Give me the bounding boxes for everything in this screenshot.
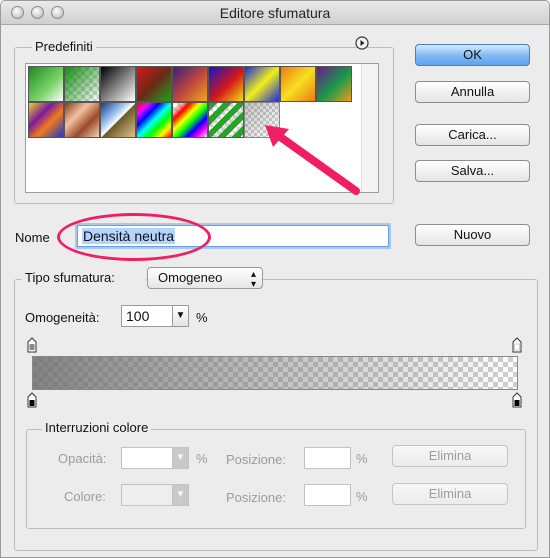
color-stop-right-icon[interactable] bbox=[512, 392, 522, 408]
swatch-orange-yellow-orange[interactable] bbox=[280, 66, 316, 102]
smoothness-label: Omogeneità: bbox=[25, 310, 100, 325]
gradient-type-value: Omogeneo bbox=[158, 270, 223, 285]
cancel-button[interactable]: Annulla bbox=[415, 81, 530, 103]
new-button[interactable]: Nuovo bbox=[415, 224, 530, 246]
window-title: Editore sfumatura bbox=[219, 5, 331, 21]
save-button[interactable]: Salva... bbox=[415, 160, 530, 182]
swatch-violet-orange[interactable] bbox=[172, 66, 208, 102]
opacity-field[interactable] bbox=[121, 447, 173, 469]
color-position-unit: % bbox=[356, 489, 368, 504]
color-label: Colore: bbox=[64, 489, 106, 504]
swatch-green-transparent[interactable] bbox=[64, 66, 100, 102]
opacity-position-unit: % bbox=[356, 451, 368, 466]
presets-scrollbar[interactable] bbox=[361, 64, 378, 192]
opacity-label: Opacità: bbox=[58, 451, 107, 466]
swatch-blue-red-yellow[interactable] bbox=[208, 66, 244, 102]
chevron-down-icon[interactable]: ▼ bbox=[172, 484, 189, 506]
presets-label: Predefiniti bbox=[32, 39, 96, 54]
swatch-spectrum[interactable] bbox=[136, 102, 172, 138]
swatch-green-white[interactable] bbox=[28, 66, 64, 102]
swatch-violet-green-orange[interactable] bbox=[316, 66, 352, 102]
color-stop-left-icon[interactable] bbox=[27, 392, 37, 408]
opacity-position-field[interactable] bbox=[304, 447, 351, 469]
name-label: Nome bbox=[15, 230, 50, 245]
swatch-red-green[interactable] bbox=[136, 66, 172, 102]
gradient-preview-bar[interactable] bbox=[32, 356, 518, 390]
swatch-yellow-violet-orange-blue[interactable] bbox=[28, 102, 64, 138]
swatch-blue-yellow-blue[interactable] bbox=[244, 66, 280, 102]
color-field[interactable] bbox=[121, 484, 173, 506]
annotation-ellipse bbox=[57, 213, 211, 261]
load-button[interactable]: Carica... bbox=[415, 124, 530, 146]
presets-menu-icon[interactable] bbox=[355, 36, 369, 50]
gradient-type-select[interactable]: Omogeneo ▴ ▾ bbox=[147, 267, 263, 290]
opacity-position-label: Posizione: bbox=[226, 452, 286, 467]
swatch-chrome[interactable] bbox=[100, 102, 136, 138]
smoothness-unit: % bbox=[196, 310, 208, 325]
chevron-down-icon[interactable]: ▼ bbox=[172, 447, 189, 469]
annotation-arrow-icon bbox=[265, 125, 360, 195]
chevron-down-icon[interactable]: ▼ bbox=[172, 305, 189, 327]
title-bar: Editore sfumatura bbox=[1, 1, 549, 25]
color-stops-label: Interruzioni colore bbox=[42, 420, 152, 435]
opacity-stop-left-icon[interactable] bbox=[27, 337, 37, 353]
updown-arrows-icon: ▴ ▾ bbox=[250, 269, 256, 290]
gradient-type-label: Tipo sfumatura: bbox=[22, 270, 146, 285]
swatch-transparent-stripes[interactable] bbox=[208, 102, 244, 138]
opacity-unit: % bbox=[196, 451, 208, 466]
smoothness-value: 100 bbox=[126, 308, 150, 324]
delete-color-stop-button[interactable]: Elimina bbox=[392, 483, 508, 505]
swatch-copper[interactable] bbox=[64, 102, 100, 138]
delete-opacity-stop-button[interactable]: Elimina bbox=[392, 445, 508, 467]
color-stops-group bbox=[26, 429, 526, 529]
ok-button[interactable]: OK bbox=[415, 44, 530, 66]
color-position-field[interactable] bbox=[304, 484, 351, 506]
swatch-transparent-rainbow[interactable] bbox=[172, 102, 208, 138]
swatch-black-white[interactable] bbox=[100, 66, 136, 102]
color-position-label: Posizione: bbox=[226, 490, 286, 505]
opacity-stop-right-icon[interactable] bbox=[512, 337, 522, 353]
gradient-editor-dialog: Editore sfumatura Predefiniti OK Annulla… bbox=[0, 0, 550, 558]
smoothness-field[interactable]: 100 bbox=[121, 305, 173, 327]
